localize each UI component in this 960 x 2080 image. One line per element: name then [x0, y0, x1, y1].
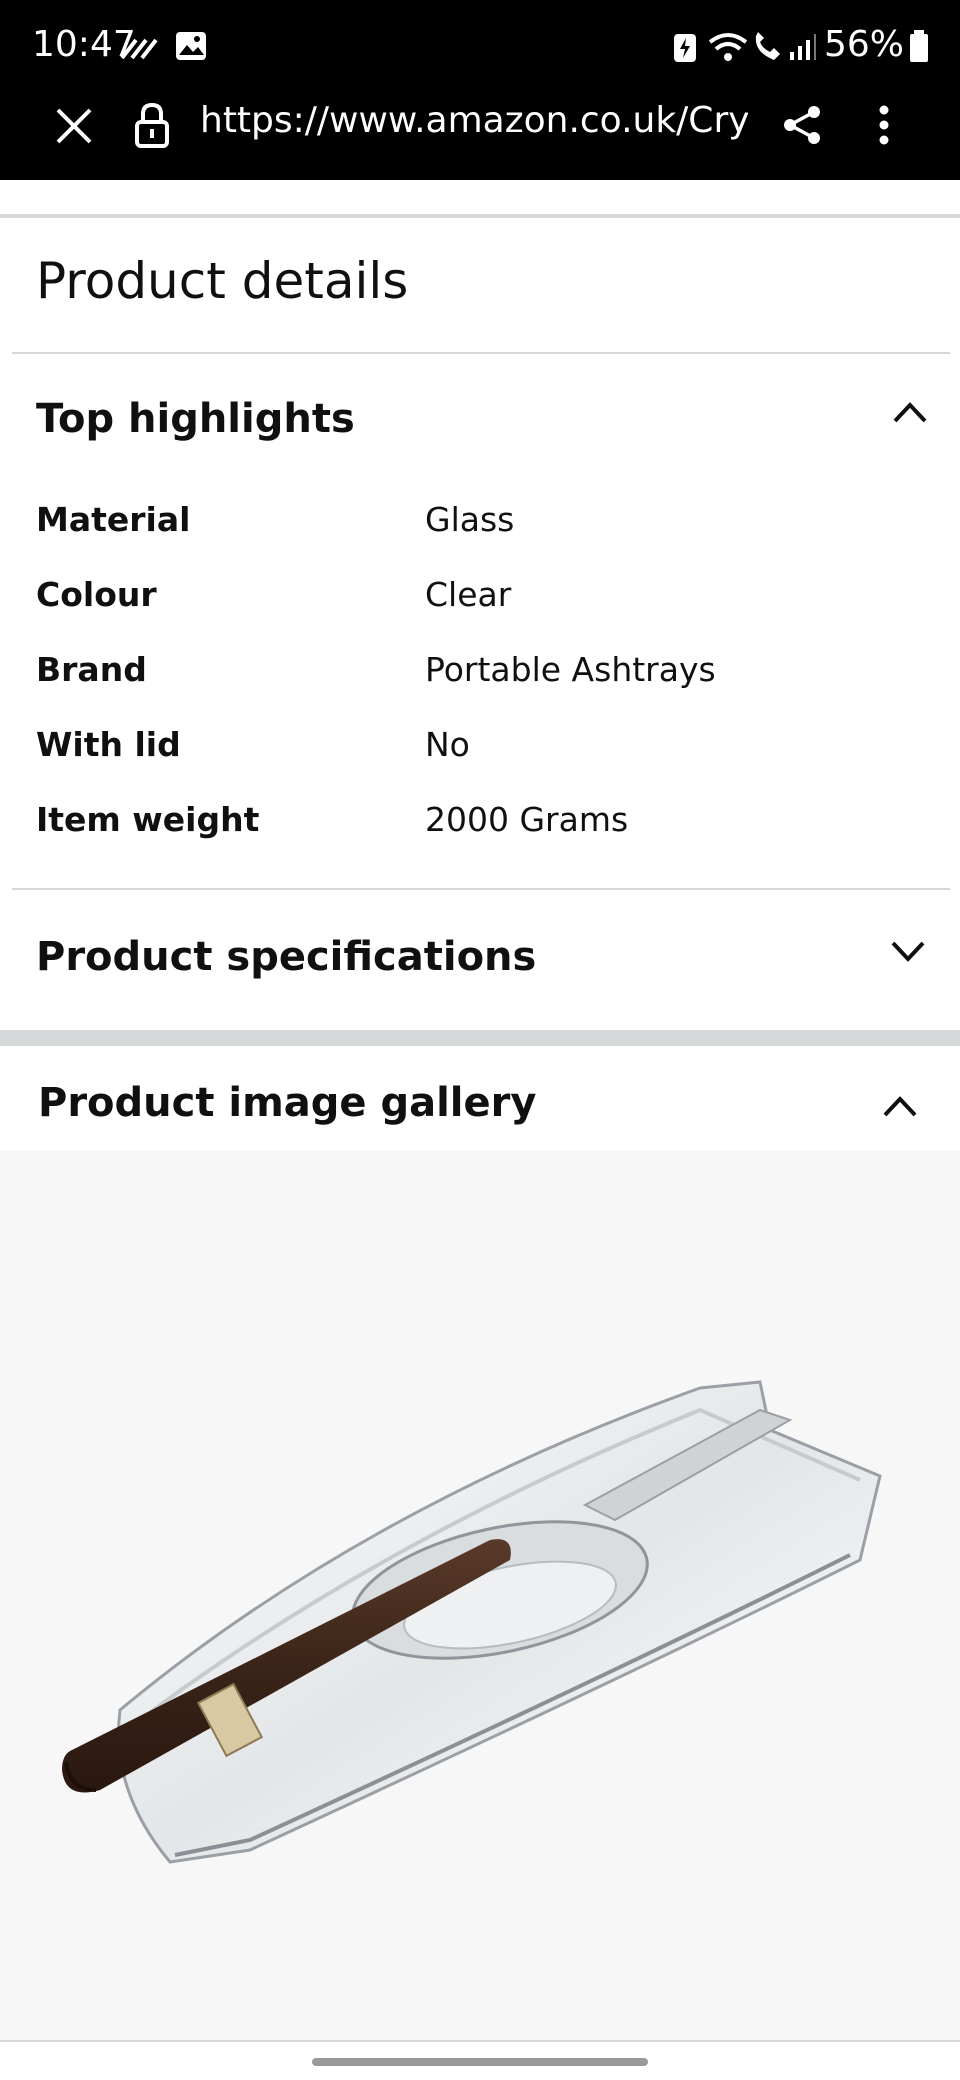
row-value: 2000 Grams: [425, 800, 629, 839]
divider: [0, 214, 960, 218]
section-heading: Top highlights: [36, 396, 355, 442]
more-vert-icon[interactable]: [878, 104, 890, 146]
row-value: Portable Ashtrays: [425, 650, 716, 689]
row-value: No: [425, 725, 470, 764]
signal-wave-icon: [120, 38, 158, 60]
row-label: Material: [36, 500, 191, 539]
row-label: Brand: [36, 650, 147, 689]
status-bar: 10:47 56%: [0, 0, 960, 92]
chevron-up-icon[interactable]: [882, 1094, 918, 1118]
ashtray-image: [62, 1380, 882, 1864]
share-icon[interactable]: [782, 104, 822, 146]
row-value: Clear: [425, 575, 512, 614]
chevron-down-icon[interactable]: [890, 940, 926, 964]
wifi-icon: [708, 33, 748, 61]
image-icon: [176, 32, 206, 60]
battery-icon: [910, 30, 928, 62]
browser-top-bar: 10:47 56% https://www.amazon.co.uk/Cryst: [0, 0, 960, 180]
divider: [12, 888, 950, 890]
home-indicator[interactable]: [312, 2058, 648, 2066]
product-image[interactable]: [0, 1150, 960, 2040]
divider: [12, 352, 950, 354]
divider: [0, 2040, 960, 2042]
battery-percentage: 56%: [823, 24, 904, 65]
page-title: Product details: [36, 252, 409, 310]
wifi-call-icon: [755, 32, 780, 60]
section-heading: Product image gallery: [38, 1080, 537, 1126]
row-label: Colour: [36, 575, 157, 614]
chevron-up-icon[interactable]: [892, 400, 928, 424]
row-label: With lid: [36, 725, 181, 764]
url-field[interactable]: https://www.amazon.co.uk/Cryst: [200, 100, 748, 141]
row-label: Item weight: [36, 800, 260, 839]
section-separator: [0, 1030, 960, 1046]
section-heading: Product specifications: [36, 934, 537, 980]
close-icon[interactable]: [54, 106, 94, 146]
row-value: Glass: [425, 500, 515, 539]
lock-icon[interactable]: [134, 102, 170, 148]
cell-signal-icon: [790, 34, 816, 60]
battery-saver-icon: [674, 34, 696, 62]
